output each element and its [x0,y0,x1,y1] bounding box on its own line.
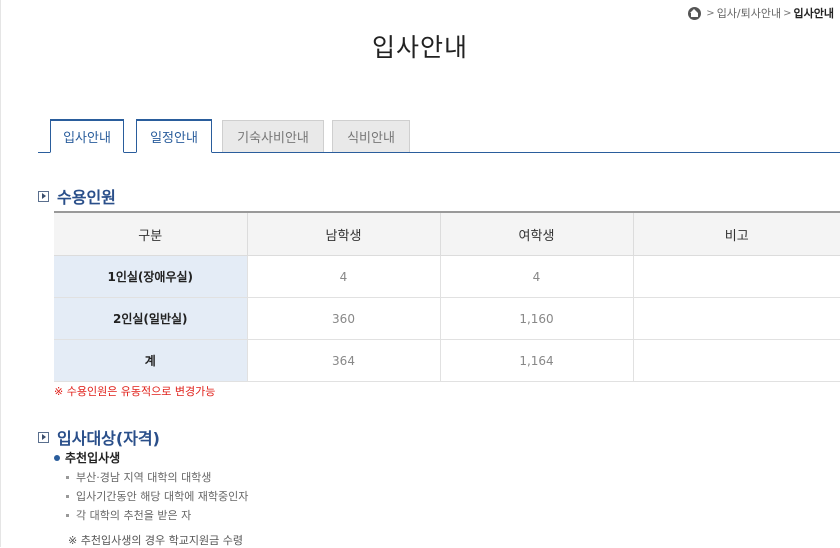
list-item-text: 부산·경남 지역 대학의 대학생 [76,471,212,484]
male-count: 4 [247,255,441,298]
column-header: 비고 [633,211,840,256]
row-label: 2인실(일반실) [54,297,248,340]
box-arrow-icon [38,431,49,443]
capacity-table: 구분 남학생 여학생 비고 1인실(장애우실) 4 4 2인실(일반실) 360… [54,211,840,382]
tab-schedule[interactable]: 일정안내 [136,119,212,153]
section-capacity-heading: 수용인원 [38,184,116,208]
subheading-label: 추천입사생 [65,451,121,465]
list-item-text: 입사기간동안 해당 대학에 재학중인자 [76,490,249,503]
eligibility-list: 부산·경남 지역 대학의 대학생 입사기간동안 해당 대학에 재학중인자 각 대… [64,468,248,525]
eligibility-note: ※ 추천입사생의 경우 학교지원금 수령 [68,534,244,547]
row-label: 1인실(장애우실) [54,255,248,298]
capacity-footnote: ※ 수용인원은 유동적으로 변경가능 [54,385,216,398]
tab-admission[interactable]: 입사안내 [50,119,124,153]
tab-dormitory-fee[interactable]: 기숙사비안내 [222,120,324,152]
breadcrumb-separator: > [706,7,715,19]
tab-bar: 입사안내 일정안내 기숙사비안내 식비안내 [38,118,840,153]
female-count: 1,164 [440,339,634,382]
female-count: 1,160 [440,297,634,340]
tab-meal-fee[interactable]: 식비안내 [332,120,410,152]
breadcrumb-item-current: 입사안내 [793,7,834,20]
section-eligibility-heading: 입사대상(자격) [38,425,160,449]
home-icon[interactable] [688,6,702,20]
breadcrumb-item-parent[interactable]: 입사/퇴사안내 [717,5,781,21]
remark [633,255,840,298]
left-border [0,0,1,547]
section-title: 입사대상(자격) [57,429,160,448]
column-header: 여학생 [440,211,634,256]
square-bullet-icon [66,514,69,517]
eligibility-subheading: 추천입사생 [54,449,120,466]
list-item-text: 각 대학의 추천을 받은 자 [76,509,192,522]
table-row: 2인실(일반실) 360 1,160 [54,297,840,340]
column-header: 구분 [54,211,248,256]
box-arrow-icon [38,190,49,202]
table-row: 1인실(장애우실) 4 4 [54,255,840,298]
male-count: 364 [247,339,441,382]
male-count: 360 [247,297,441,340]
column-header: 남학생 [247,211,441,256]
page-title: 입사안내 [371,33,468,62]
square-bullet-icon [66,495,69,498]
remark [633,339,840,382]
bullet-dot-icon [54,454,60,461]
table-header-row: 구분 남학생 여학생 비고 [54,211,840,256]
list-item: 입사기간동안 해당 대학에 재학중인자 [64,487,248,506]
list-item: 각 대학의 추천을 받은 자 [64,506,248,525]
section-title: 수용인원 [57,188,116,207]
remark [633,297,840,340]
square-bullet-icon [66,476,69,479]
row-label: 계 [54,339,248,382]
breadcrumb: > 입사/퇴사안내 > 입사안내 [688,6,834,20]
breadcrumb-separator: > [783,7,792,19]
table-row: 계 364 1,164 [54,339,840,382]
list-item: 부산·경남 지역 대학의 대학생 [64,468,248,487]
female-count: 4 [440,255,634,298]
